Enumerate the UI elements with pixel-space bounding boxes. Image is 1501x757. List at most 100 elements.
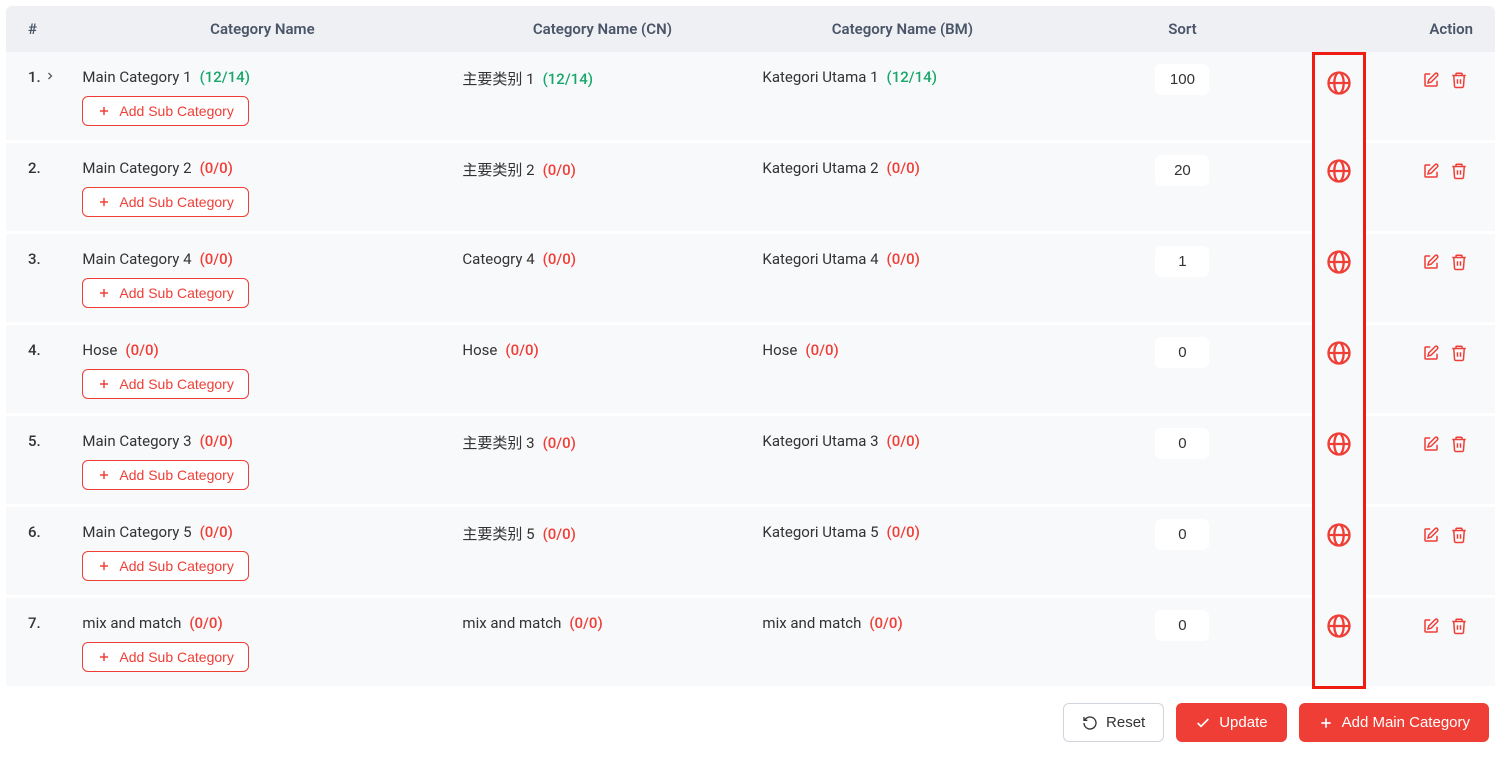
- category-ratio: (0/0): [543, 434, 576, 452]
- reset-button[interactable]: Reset: [1063, 703, 1164, 742]
- plus-icon: [1318, 715, 1334, 731]
- add-sub-category-button[interactable]: Add Sub Category: [82, 551, 248, 581]
- sort-input[interactable]: [1155, 155, 1209, 186]
- category-ratio: (0/0): [887, 250, 920, 268]
- row-index: 6.: [6, 507, 72, 598]
- header-cn: Category Name (CN): [452, 6, 752, 52]
- row-index: 4.: [6, 325, 72, 416]
- category-ratio: (12/14): [887, 68, 937, 86]
- row-index: 1.: [6, 52, 72, 143]
- category-name-cn: 主要类别 2: [462, 159, 534, 180]
- category-ratio: (0/0): [569, 614, 602, 632]
- category-ratio: (12/14): [543, 70, 593, 88]
- sort-input[interactable]: [1155, 337, 1209, 368]
- category-ratio: (0/0): [505, 341, 538, 359]
- add-sub-category-button[interactable]: Add Sub Category: [82, 187, 248, 217]
- sort-input[interactable]: [1155, 428, 1209, 459]
- header-index: #: [6, 6, 72, 52]
- delete-button[interactable]: [1445, 66, 1473, 94]
- add-sub-label: Add Sub Category: [119, 558, 233, 574]
- delete-button[interactable]: [1445, 248, 1473, 276]
- add-sub-category-button[interactable]: Add Sub Category: [82, 460, 248, 490]
- category-name: Main Category 3: [82, 432, 191, 450]
- category-name: Main Category 1: [82, 68, 191, 86]
- category-ratio: (0/0): [805, 341, 838, 359]
- table-row: 4. Hose (0/0)Add Sub CategoryHose (0/0)H…: [6, 325, 1495, 416]
- header-bm: Category Name (BM): [752, 6, 1052, 52]
- category-ratio: (0/0): [200, 159, 233, 177]
- globe-icon[interactable]: [1325, 248, 1353, 276]
- category-name-bm: Kategori Utama 2: [762, 159, 878, 177]
- category-ratio: (0/0): [887, 432, 920, 450]
- table-row: 6. Main Category 5 (0/0) Add Sub Category…: [6, 507, 1495, 598]
- category-ratio: (0/0): [543, 250, 576, 268]
- category-table: # Category Name Category Name (CN) Categ…: [6, 6, 1495, 689]
- edit-button[interactable]: [1417, 612, 1445, 640]
- sort-input[interactable]: [1155, 246, 1209, 277]
- add-sub-label: Add Sub Category: [119, 194, 233, 210]
- category-name-cn: 主要类别 5: [462, 523, 534, 544]
- footer-actions: Reset Update Add Main Category: [6, 689, 1495, 748]
- sort-input[interactable]: [1155, 610, 1209, 641]
- edit-button[interactable]: [1417, 157, 1445, 185]
- row-index: 3.: [6, 234, 72, 325]
- add-main-label: Add Main Category: [1342, 714, 1470, 731]
- category-name-bm: mix and match: [762, 614, 861, 632]
- update-label: Update: [1219, 714, 1267, 731]
- header-sort: Sort: [1052, 6, 1312, 52]
- category-ratio: (0/0): [543, 525, 576, 543]
- add-sub-label: Add Sub Category: [119, 285, 233, 301]
- globe-icon[interactable]: [1325, 339, 1353, 367]
- add-main-category-button[interactable]: Add Main Category: [1299, 703, 1489, 742]
- header-action: Action: [1366, 6, 1495, 52]
- update-button[interactable]: Update: [1176, 703, 1286, 742]
- edit-button[interactable]: [1417, 66, 1445, 94]
- table-row: 7. mix and match (0/0) Add Sub Category mi…: [6, 598, 1495, 689]
- check-icon: [1195, 715, 1211, 731]
- delete-button[interactable]: [1445, 157, 1473, 185]
- globe-icon[interactable]: [1325, 69, 1353, 97]
- add-sub-category-button[interactable]: Add Sub Category: [82, 642, 248, 672]
- expand-toggle[interactable]: [44, 68, 62, 86]
- globe-icon[interactable]: [1325, 430, 1353, 458]
- edit-button[interactable]: [1417, 339, 1445, 367]
- add-sub-category-button[interactable]: Add Sub Category: [82, 369, 248, 399]
- add-sub-category-button[interactable]: Add Sub Category: [82, 278, 248, 308]
- delete-button[interactable]: [1445, 612, 1473, 640]
- category-name-bm: Kategori Utama 4: [762, 250, 878, 268]
- delete-button[interactable]: [1445, 521, 1473, 549]
- category-name-bm: Kategori Utama 1: [762, 68, 878, 86]
- category-ratio: (0/0): [543, 161, 576, 179]
- sort-input[interactable]: [1155, 64, 1209, 95]
- reset-label: Reset: [1106, 714, 1145, 731]
- globe-icon[interactable]: [1325, 521, 1353, 549]
- delete-button[interactable]: [1445, 430, 1473, 458]
- category-name-bm: Hose: [762, 341, 797, 359]
- add-sub-label: Add Sub Category: [119, 376, 233, 392]
- category-name-cn: 主要类别 1: [462, 68, 534, 89]
- sort-input[interactable]: [1155, 519, 1209, 550]
- category-ratio: (0/0): [887, 159, 920, 177]
- category-name-bm: Kategori Utama 5: [762, 523, 878, 541]
- table-row: 1. Main Category 1 (12/14) Add Sub Catego…: [6, 52, 1495, 143]
- delete-button[interactable]: [1445, 339, 1473, 367]
- globe-icon[interactable]: [1325, 612, 1353, 640]
- edit-button[interactable]: [1417, 248, 1445, 276]
- category-ratio: (0/0): [189, 614, 222, 632]
- globe-icon[interactable]: [1325, 157, 1353, 185]
- add-sub-category-button[interactable]: Add Sub Category: [82, 96, 248, 126]
- edit-button[interactable]: [1417, 521, 1445, 549]
- category-ratio: (0/0): [200, 432, 233, 450]
- edit-button[interactable]: [1417, 430, 1445, 458]
- category-name: Main Category 5: [82, 523, 191, 541]
- category-ratio: (0/0): [200, 523, 233, 541]
- add-sub-label: Add Sub Category: [119, 103, 233, 119]
- category-ratio: (0/0): [125, 341, 158, 359]
- add-sub-label: Add Sub Category: [119, 649, 233, 665]
- category-name-bm: Kategori Utama 3: [762, 432, 878, 450]
- category-name: mix and match: [82, 614, 181, 632]
- row-index: 7.: [6, 598, 72, 689]
- category-name: Hose: [82, 341, 117, 359]
- category-ratio: (12/14): [200, 68, 250, 86]
- table-row: 2. Main Category 2 (0/0)Add Sub Category…: [6, 143, 1495, 234]
